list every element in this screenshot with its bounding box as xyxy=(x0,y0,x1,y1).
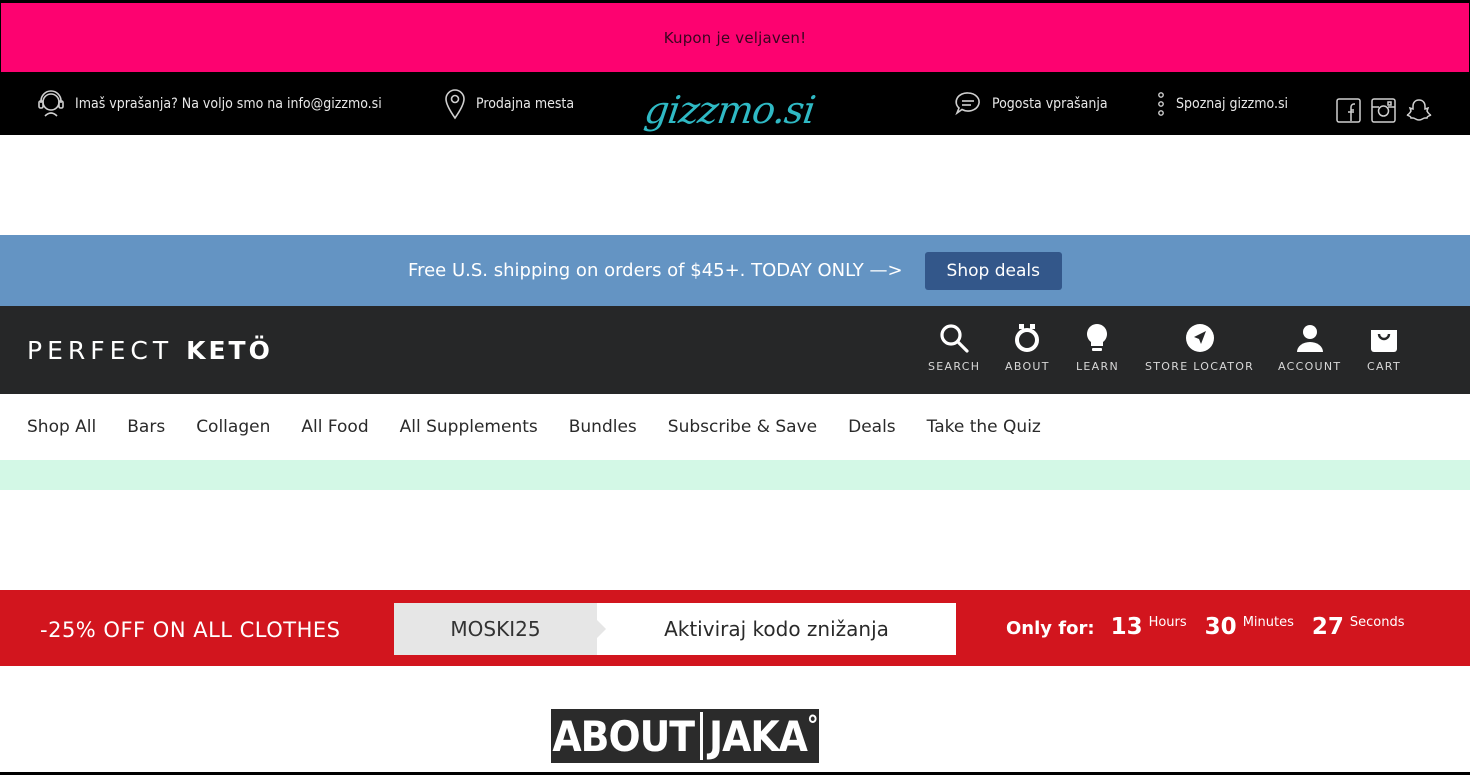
faq-link[interactable]: Pogosta vprašanja xyxy=(954,72,1108,135)
timer-lead: Only for: xyxy=(1006,618,1095,639)
stores-link[interactable]: Prodajna mesta xyxy=(444,72,574,135)
shop-deals-button[interactable]: Shop deals xyxy=(924,251,1062,290)
location-pin-icon xyxy=(445,88,465,119)
logo-jaka-text: JAKA xyxy=(709,711,808,761)
category-collagen[interactable]: Collagen xyxy=(196,417,270,437)
facebook-icon[interactable] xyxy=(1336,98,1361,123)
mint-divider xyxy=(0,460,1470,490)
timer-minutes-label: Minutes xyxy=(1242,615,1294,630)
category-bars[interactable]: Bars xyxy=(127,417,165,437)
nav-cart[interactable]: CART xyxy=(1367,322,1401,373)
nav-account[interactable]: ACCOUNT xyxy=(1278,322,1341,373)
perfect-keto-logo[interactable]: PERFECT KETÖ xyxy=(27,336,273,365)
nav-account-label: ACCOUNT xyxy=(1278,360,1342,373)
timer-seconds: 27 xyxy=(1311,614,1344,640)
nav-learn-label: LEARN xyxy=(1076,360,1119,373)
stores-label: Prodajna mesta xyxy=(476,95,575,112)
timer-hours-label: Hours xyxy=(1148,615,1187,630)
category-all-food[interactable]: All Food xyxy=(301,417,368,437)
category-nav: Shop All Bars Collagen All Food All Supp… xyxy=(0,394,1470,460)
chat-bubble-icon xyxy=(955,91,980,115)
category-bundles[interactable]: Bundles xyxy=(569,417,637,437)
logo-about-text: ABOUT xyxy=(552,711,695,761)
coupon-code-box: MOSKI25 Aktiviraj kodo znižanja xyxy=(394,603,956,655)
contact-text: Imaš vprašanja? Na voljo smo na info@giz… xyxy=(75,95,382,112)
timer-hours: 13 xyxy=(1110,614,1143,640)
countdown-timer: Only for: 13 Hours 30 Minutes 27 Seconds xyxy=(1006,614,1417,640)
coupon-message: Kupon je veljaven! xyxy=(663,28,807,47)
user-icon xyxy=(1296,325,1323,352)
nav-learn[interactable]: LEARN xyxy=(1076,322,1119,373)
about-gizzmo-link[interactable]: Spoznaj gizzmo.si xyxy=(1156,72,1288,135)
nav-about-label: ABOUT xyxy=(1005,360,1050,373)
nav-search-label: SEARCH xyxy=(928,360,981,373)
lightbulb-icon xyxy=(1087,324,1108,351)
logo-bold-text: KETÖ xyxy=(186,336,273,365)
logo-mark: ° xyxy=(806,711,819,741)
instagram-icon[interactable] xyxy=(1371,98,1396,123)
logo-light-text: PERFECT xyxy=(27,336,174,365)
shopping-bag-icon xyxy=(1370,330,1397,352)
about-gizzmo-label: Spoznaj gizzmo.si xyxy=(1176,95,1289,112)
contact-info: Imaš vprašanja? Na voljo smo na info@giz… xyxy=(37,72,382,135)
shipping-banner: Free U.S. shipping on orders of $45+. TO… xyxy=(0,235,1470,306)
nav-search[interactable]: SEARCH xyxy=(928,322,980,373)
search-icon xyxy=(940,324,969,353)
category-subscribe-save[interactable]: Subscribe & Save xyxy=(668,417,817,437)
timer-minutes: 30 xyxy=(1204,614,1237,640)
promo-banner: -25% OFF ON ALL CLOTHES MOSKI25 Aktivira… xyxy=(0,590,1470,666)
activate-code-button[interactable]: Aktiviraj kodo znižanja xyxy=(597,603,956,655)
navigation-arrow-icon xyxy=(1185,324,1214,352)
nav-cart-label: CART xyxy=(1367,360,1401,373)
snapchat-icon[interactable] xyxy=(1406,98,1432,123)
more-dots-icon xyxy=(1158,91,1164,116)
category-shop-all[interactable]: Shop All xyxy=(27,417,96,437)
faq-label: Pogosta vprašanja xyxy=(992,95,1108,112)
category-all-supplements[interactable]: All Supplements xyxy=(400,417,538,437)
coupon-code[interactable]: MOSKI25 xyxy=(394,603,606,655)
support-headset-icon xyxy=(38,89,64,117)
category-deals[interactable]: Deals xyxy=(848,417,896,437)
promo-headline: -25% OFF ON ALL CLOTHES xyxy=(40,618,341,642)
category-take-quiz[interactable]: Take the Quiz xyxy=(927,417,1041,437)
gizzmo-logo[interactable]: gizzmo.si xyxy=(642,88,818,132)
keto-o-icon xyxy=(1015,324,1040,352)
nav-about[interactable]: ABOUT xyxy=(1005,322,1050,373)
social-links xyxy=(1336,98,1432,123)
timer-seconds-label: Seconds xyxy=(1349,615,1405,630)
coupon-bar: Kupon je veljaven! xyxy=(0,0,1470,72)
gizzmo-header: Imaš vprašanja? Na voljo smo na info@giz… xyxy=(0,72,1470,135)
logo-separator xyxy=(700,712,704,760)
perfect-keto-header: PERFECT KETÖ SEARCH ABOUT LEARN STORE LO… xyxy=(0,306,1470,394)
about-jaka-logo[interactable]: ABOUT JAKA ° xyxy=(551,709,819,763)
nav-store-locator-label: STORE LOCATOR xyxy=(1145,360,1255,373)
shipping-text: Free U.S. shipping on orders of $45+. TO… xyxy=(408,260,903,281)
nav-store-locator[interactable]: STORE LOCATOR xyxy=(1145,322,1254,373)
